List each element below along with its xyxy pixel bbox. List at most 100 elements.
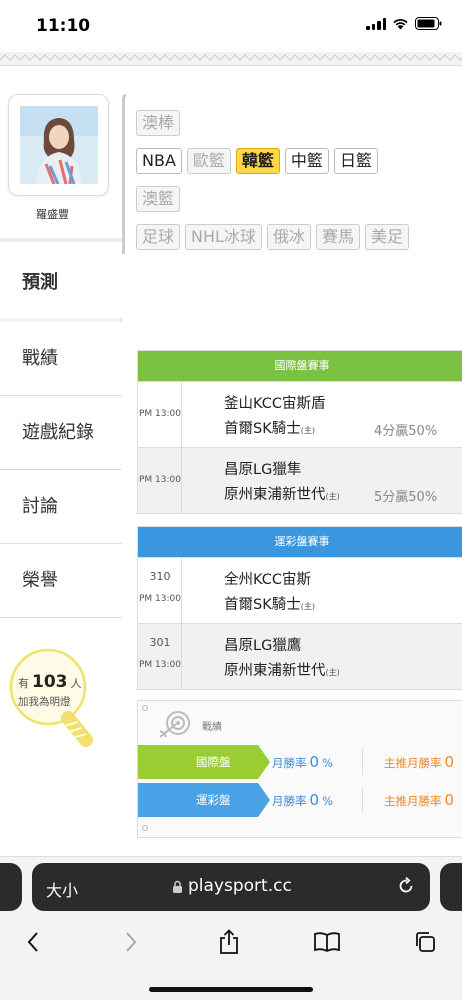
rate-value: 0 (309, 753, 320, 771)
handicap: 5分贏50% (374, 490, 438, 505)
away-team: 釜山KCC宙斯盾 (224, 396, 326, 412)
sport-tab[interactable]: 日籃 (333, 148, 378, 174)
home-team-name: 原州東浦新世代 (224, 487, 326, 503)
browser-toolbar: 大小 playsport.cc (0, 856, 462, 1000)
record-row: 運彩盤 月勝率 0% 主推月勝率 0 (138, 783, 462, 817)
sport-tab[interactable]: 歐籃 (186, 148, 231, 174)
share-button[interactable] (214, 927, 244, 957)
bottom-toolbar (0, 921, 462, 965)
light-prefix: 有 (18, 677, 29, 690)
target-icon (159, 711, 190, 738)
sport-tab[interactable]: 美足 (364, 224, 409, 250)
chevron-right-icon (126, 932, 137, 952)
cellular-signal-icon (366, 17, 386, 30)
side-item-record[interactable]: 戰績 (0, 322, 122, 396)
home-team: 原州東浦新世代(主) (224, 659, 340, 680)
status-icons (366, 17, 442, 30)
sport-tab[interactable]: 澳籃 (136, 186, 181, 212)
rate-label: 月勝率 (272, 794, 307, 808)
sport-row-2: NBA 歐籃 韓籃 中籃 日籃 (136, 148, 378, 174)
wifi-icon (392, 17, 409, 30)
sport-row-3: 澳籃 (136, 186, 181, 212)
rate-unit: % (322, 756, 333, 770)
profile-card[interactable] (8, 94, 109, 196)
side-item-honor[interactable]: 榮譽 (0, 544, 122, 618)
main-rate-label: 主推月勝率 (384, 794, 442, 808)
sport-tab[interactable]: NBA (136, 148, 182, 174)
book-icon (314, 932, 340, 953)
game-row[interactable]: 301 PM 13:00 昌原LG獵鷹 原州東浦新世代(主) (138, 623, 462, 689)
record-panel: 戰績 國際盤 月勝率 0% 主推月勝率 0 運彩盤 月勝率 0% 主推月勝率 0 (137, 700, 462, 838)
sport-tab-selected[interactable]: 韓籃 (235, 148, 280, 174)
status-time: 11:10 (36, 16, 91, 36)
sport-tab[interactable]: 澳棒 (136, 110, 181, 136)
handicap: 4分贏50% (374, 424, 438, 439)
game-row[interactable]: PM 13:00 釜山KCC宙斯盾 首爾SK騎士(主) 4分贏50% (138, 381, 462, 447)
chevron-left-icon (27, 932, 38, 952)
back-button[interactable] (18, 927, 48, 957)
side-item-prediction[interactable]: 預測 (0, 248, 122, 318)
record-row: 國際盤 月勝率 0% 主推月勝率 0 (138, 745, 462, 779)
main-pick-win-rate: 主推月勝率 0 (384, 745, 454, 779)
game-number: 310 (149, 570, 171, 583)
avatar (20, 106, 98, 184)
away-team: 昌原LG獵隼 (224, 462, 302, 478)
status-bar: 11:10 (0, 0, 462, 54)
sport-tab[interactable]: NHL冰球 (185, 224, 262, 250)
record-label-text: 國際盤 (196, 755, 231, 769)
tabs-icon (416, 932, 435, 952)
share-icon (220, 929, 238, 954)
next-tab[interactable] (440, 863, 462, 911)
main-pick-win-rate: 主推月勝率 0 (384, 783, 454, 817)
game-info: 310 PM 13:00 (138, 558, 182, 623)
game-time: PM 13:00 (139, 409, 181, 419)
lottery-games-header: 運彩盤賽事 (138, 527, 462, 557)
intl-games-header: 國際盤賽事 (138, 351, 462, 381)
game-row[interactable]: PM 13:00 昌原LG獵隼 原州東浦新世代(主) 5分贏50% (138, 447, 462, 513)
game-time: PM 13:00 (139, 594, 181, 604)
panel-border (122, 94, 126, 254)
address-bar[interactable]: 大小 playsport.cc (32, 863, 430, 911)
game-time: PM 13:00 (139, 475, 181, 485)
home-indicator (149, 987, 313, 992)
record-label: 國際盤 (138, 745, 270, 779)
away-team: 昌原LG獵鷹 (224, 638, 302, 654)
home-team: 首爾SK騎士(主) (224, 593, 315, 614)
page-top-border (0, 52, 462, 66)
reload-icon[interactable] (396, 876, 416, 896)
light-bulb-widget[interactable]: 有 103 人 加我為明燈 (6, 642, 96, 752)
intl-games: 國際盤賽事 PM 13:00 釜山KCC宙斯盾 首爾SK騎士(主) 4分贏50%… (137, 350, 462, 514)
previous-tab[interactable] (0, 863, 22, 911)
tabs-button[interactable] (410, 927, 440, 957)
main-rate-value: 0 (444, 753, 455, 771)
monthly-win-rate: 月勝率 0% (272, 745, 333, 779)
decorative-dot (142, 825, 148, 831)
divider (362, 787, 363, 813)
rate-value: 0 (309, 791, 320, 809)
game-time: PM 13:00 (139, 660, 181, 670)
forward-button[interactable] (116, 927, 146, 957)
home-team-name: 原州東浦新世代 (224, 663, 326, 679)
record-label-text: 運彩盤 (196, 793, 231, 807)
game-row[interactable]: 310 PM 13:00 全州KCC宙斯 首爾SK騎士(主) (138, 557, 462, 623)
light-suffix: 人 (70, 677, 82, 690)
side-item-discussion[interactable]: 討論 (0, 470, 122, 544)
home-mark: (主) (300, 602, 315, 611)
sport-tab[interactable]: 中籃 (284, 148, 329, 174)
side-item-game-history[interactable]: 遊戲紀錄 (0, 396, 122, 470)
sport-tab[interactable]: 足球 (136, 224, 181, 250)
home-team: 首爾SK騎士(主) (224, 417, 315, 438)
sport-tab[interactable]: 賽馬 (315, 224, 360, 250)
game-info: PM 13:00 (138, 382, 182, 447)
light-count-text: 有 103 人 (18, 672, 82, 692)
sport-row-4: 足球 NHL冰球 俄冰 賽馬 美足 (136, 224, 409, 250)
lottery-games: 運彩盤賽事 310 PM 13:00 全州KCC宙斯 首爾SK騎士(主) 301… (137, 526, 462, 690)
text-size-button[interactable]: 大小 (46, 877, 78, 901)
light-subtitle: 加我為明燈 (18, 696, 71, 708)
url-text: playsport.cc (188, 876, 292, 896)
game-info: 301 PM 13:00 (138, 624, 182, 689)
bookmarks-button[interactable] (312, 927, 342, 957)
lock-icon (173, 880, 182, 893)
sport-tab[interactable]: 俄冰 (266, 224, 311, 250)
record-title: 戰績 (202, 722, 222, 733)
